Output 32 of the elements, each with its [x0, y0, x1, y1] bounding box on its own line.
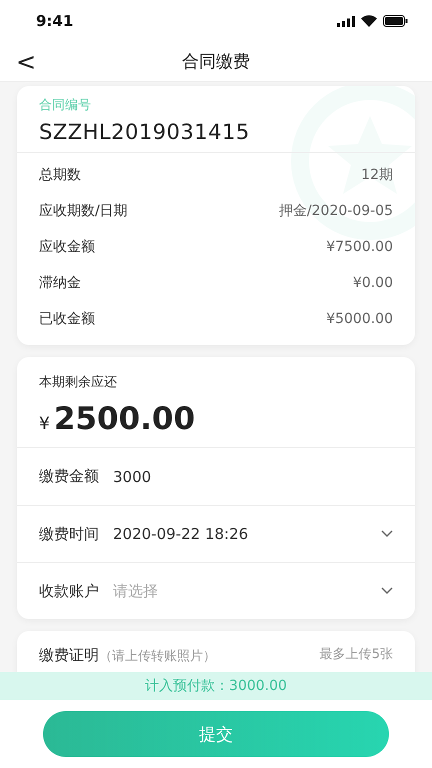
remaining-amount: 2500.00	[54, 401, 196, 437]
chevron-down-icon	[381, 530, 393, 538]
info-value: ¥7500.00	[326, 239, 393, 255]
contract-number: SZZHL2019031415	[39, 120, 251, 144]
proof-label: 缴费证明	[39, 646, 99, 664]
remaining-label: 本期剩余应还	[39, 374, 118, 391]
chevron-down-icon	[381, 587, 393, 595]
currency-symbol: ¥	[39, 414, 50, 434]
info-label: 总期数	[39, 166, 81, 184]
info-label: 应收金额	[39, 238, 95, 256]
battery-icon	[383, 15, 408, 27]
wifi-icon	[361, 15, 377, 27]
signal-icon	[337, 16, 355, 26]
info-value: 押金/2020-09-05	[278, 202, 393, 220]
info-value: 12期	[361, 166, 393, 184]
upload-limit: 最多上传5张	[320, 646, 393, 663]
info-label: 已收金额	[39, 310, 95, 328]
amount-input[interactable]: 3000	[113, 468, 393, 486]
field-label: 缴费金额	[39, 467, 99, 486]
prepay-banner: 计入预付款：3000.00	[0, 672, 432, 700]
info-label: 应收期数/日期	[39, 202, 128, 220]
proof-hint: （请上传转账照片）	[99, 649, 216, 664]
info-value: ¥0.00	[352, 275, 393, 291]
info-label: 滞纳金	[39, 274, 81, 292]
back-button[interactable]: <	[12, 48, 40, 76]
contract-number-label: 合同编号	[39, 97, 92, 114]
page-title: 合同缴费	[182, 51, 250, 73]
field-label: 收款账户	[39, 582, 99, 600]
select-field[interactable]: 2020-09-22 18:26	[113, 525, 393, 543]
field-label: 缴费时间	[39, 524, 99, 544]
status-time: 9:41	[36, 12, 74, 30]
info-value: ¥5000.00	[326, 311, 393, 327]
